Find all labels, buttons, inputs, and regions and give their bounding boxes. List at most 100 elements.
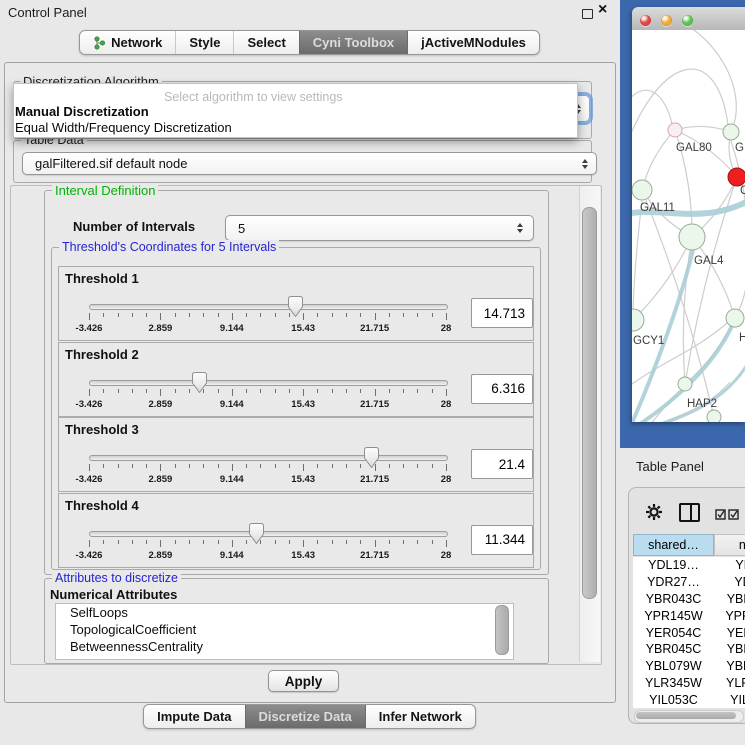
threshold-label: Threshold 1: [65, 271, 139, 286]
table-cell[interactable]: YBR043C: [714, 591, 745, 608]
table-cell[interactable]: YDR27…: [633, 574, 714, 591]
threshold-coordinates-legend: Threshold's Coordinates for 5 Intervals: [59, 240, 279, 254]
main-vertical-scrollbar[interactable]: [579, 186, 600, 662]
threshold-value-field[interactable]: 6.316: [471, 374, 533, 404]
slider-tick-label: 9.144: [220, 323, 244, 334]
slider-tick: [275, 313, 276, 317]
table-cell[interactable]: YBL079W: [633, 658, 714, 675]
tab-discretize-data[interactable]: Discretize Data: [245, 705, 365, 728]
threshold-value-field[interactable]: 21.4: [471, 449, 533, 479]
table-cell[interactable]: YIL053C: [633, 691, 714, 708]
slider-thumb[interactable]: [288, 296, 303, 317]
slider-track[interactable]: [89, 380, 448, 386]
table-row[interactable]: YBL079WYBL079W: [633, 658, 745, 675]
tab-cyni-toolbox[interactable]: Cyni Toolbox: [299, 31, 407, 54]
network-node-label: G: [735, 142, 744, 154]
tab-style[interactable]: Style: [175, 31, 233, 54]
popup-hint-text: Select algorithm to view settings: [164, 90, 343, 104]
slider-tick: [289, 540, 290, 544]
float-window-icon[interactable]: [582, 9, 593, 19]
slider-tick: [89, 313, 90, 320]
table-row[interactable]: YBR045CYBR045C: [633, 641, 745, 658]
network-node[interactable]: [668, 123, 682, 137]
column-header-name[interactable]: name: [714, 534, 745, 556]
slider-track[interactable]: [89, 455, 448, 461]
table-row[interactable]: YLR345WYLR345W: [633, 675, 745, 692]
table-cell[interactable]: YIL053C: [714, 691, 745, 708]
numerical-attributes-list[interactable]: SelfLoopsTopologicalCoefficientBetweenne…: [55, 603, 514, 660]
attribute-list-item[interactable]: SelfLoops: [56, 604, 513, 621]
slider-thumb[interactable]: [249, 523, 264, 544]
table-cell[interactable]: YBL079W: [714, 658, 745, 675]
network-node[interactable]: [632, 309, 644, 331]
network-canvas[interactable]: GAL80GCGAL11GAL4GCY1HHAP2: [632, 30, 745, 422]
network-view-panel: GAL80GCGAL11GAL4GCY1HHAP2: [620, 0, 745, 448]
apply-button[interactable]: Apply: [268, 670, 339, 692]
table-cell[interactable]: YDL19: [714, 557, 745, 574]
network-node[interactable]: [723, 124, 739, 140]
network-node[interactable]: [679, 224, 705, 250]
threshold-value-field[interactable]: 14.713: [471, 298, 533, 328]
number-of-intervals-combobox[interactable]: 5: [225, 215, 534, 241]
network-node[interactable]: [726, 309, 744, 327]
slider-track[interactable]: [89, 304, 448, 310]
table-cell[interactable]: YLR345W: [633, 675, 714, 692]
network-node[interactable]: [707, 410, 721, 422]
table-cell[interactable]: YBR045C: [633, 641, 714, 658]
gear-icon[interactable]: [645, 503, 663, 521]
threshold-value-field[interactable]: 11.344: [471, 525, 533, 555]
table-cell[interactable]: YBR043C: [633, 591, 714, 608]
table-cell[interactable]: YPR145W: [714, 607, 745, 624]
window-minimize-button[interactable]: [661, 15, 672, 26]
slider-tick-label: 28: [441, 474, 452, 485]
table-row[interactable]: YBR043CYBR043C: [633, 591, 745, 608]
table-cell[interactable]: YDL19…: [633, 557, 714, 574]
slider-tick: [189, 313, 190, 317]
table-cell[interactable]: YER054C: [714, 624, 745, 641]
main-scrollbar-thumb[interactable]: [582, 207, 597, 599]
network-node[interactable]: [678, 377, 692, 391]
table-cell[interactable]: YBR045C: [714, 641, 745, 658]
table-row[interactable]: YER054CYER054C: [633, 624, 745, 641]
table-cell[interactable]: YPR145W: [633, 607, 714, 624]
table-cell[interactable]: YLR345W: [714, 675, 745, 692]
slider-tick: [232, 389, 233, 396]
table-data-combobox[interactable]: galFiltered.sif default node: [22, 152, 597, 175]
menu-item-manual-discretization[interactable]: Manual Discretization: [15, 104, 149, 119]
table-cell[interactable]: YDR27: [714, 574, 745, 591]
table-row[interactable]: YIL053CYIL053C: [633, 691, 745, 708]
column-header-shared-[interactable]: shared…: [633, 534, 714, 556]
slider-track[interactable]: [89, 531, 448, 537]
attribute-list-item[interactable]: BetweennessCentrality: [56, 638, 513, 655]
menu-item-equal-width-frequency[interactable]: Equal Width/Frequency Discretization: [15, 120, 232, 135]
combo-stepper-icon[interactable]: [582, 159, 588, 169]
tab-network[interactable]: Network: [80, 31, 175, 54]
network-node[interactable]: [632, 180, 652, 200]
attributes-list-scrollbar-thumb[interactable]: [495, 605, 509, 655]
network-window-titlebar[interactable]: [632, 7, 745, 31]
tab-select[interactable]: Select: [233, 31, 298, 54]
table-hscrollbar-thumb[interactable]: [636, 712, 736, 719]
network-node[interactable]: [728, 168, 745, 186]
attribute-list-item[interactable]: TopologicalCoefficient: [56, 621, 513, 638]
slider-tick: [360, 464, 361, 468]
slider-tick: [103, 464, 104, 468]
tab-impute-data[interactable]: Impute Data: [144, 705, 244, 728]
combo-stepper-icon[interactable]: [517, 223, 523, 233]
window-close-button[interactable]: [640, 15, 651, 26]
slider-thumb[interactable]: [364, 447, 379, 468]
table-row[interactable]: YPR145WYPR145W: [633, 607, 745, 624]
table-row[interactable]: YDL19…YDL19: [633, 557, 745, 574]
table-row[interactable]: YDR27…YDR27: [633, 574, 745, 591]
tab-infer-network[interactable]: Infer Network: [365, 705, 475, 728]
checkbox-icon[interactable]: [728, 509, 740, 520]
close-panel-icon[interactable]: ×: [598, 1, 607, 19]
slider-tick-label: 15.43: [291, 474, 315, 485]
window-zoom-button[interactable]: [682, 15, 693, 26]
tab-jactivemnodules[interactable]: jActiveMNodules: [407, 31, 539, 54]
slider-thumb[interactable]: [192, 372, 207, 393]
show-columns-icon[interactable]: [679, 503, 700, 522]
slider-tick-label: 28: [441, 323, 452, 334]
table-cell[interactable]: YER054C: [633, 624, 714, 641]
checkbox-icon[interactable]: [715, 509, 727, 520]
